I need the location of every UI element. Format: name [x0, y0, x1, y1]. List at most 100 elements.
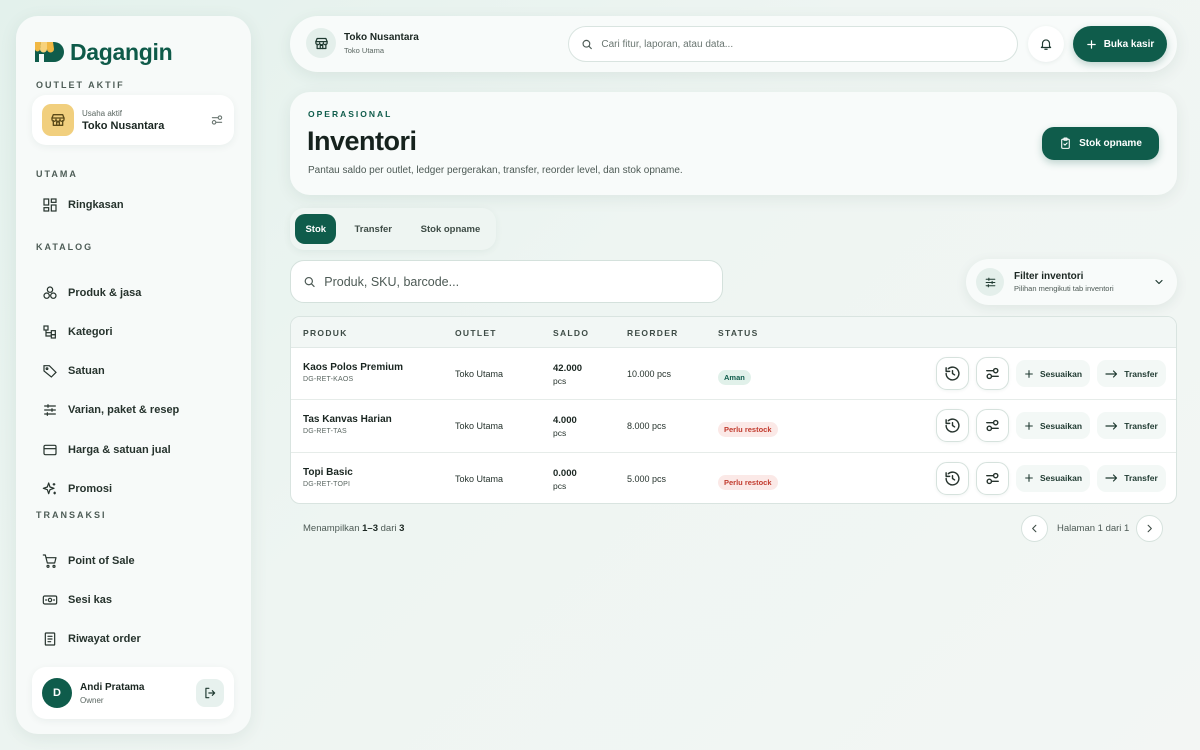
store-name: Toko Nusantara	[344, 31, 419, 43]
inventory-search-input[interactable]	[324, 274, 710, 289]
active-outlet-card[interactable]: Usaha aktif Toko Nusantara	[32, 95, 234, 145]
section-katalog: KATALOG	[36, 242, 94, 252]
saldo-unit: pcs	[553, 376, 567, 386]
sliders-icon	[986, 367, 999, 380]
table-header: PRODUK OUTLET SALDO REORDER STATUS	[291, 317, 1176, 348]
nav-satuan[interactable]: Satuan	[42, 360, 105, 382]
nav-harga[interactable]: Harga & satuan jual	[42, 439, 171, 461]
plus-icon	[1025, 421, 1033, 430]
reorder-cell: 8.000 pcs	[627, 421, 667, 432]
bell-icon	[1040, 39, 1052, 50]
logout-button[interactable]	[196, 679, 224, 707]
history-icon	[945, 471, 960, 486]
reorder-cell: 5.000 pcs	[627, 473, 667, 484]
tab-transfer[interactable]: Transfer	[338, 214, 407, 244]
outlet-cell: Toko Utama	[455, 473, 504, 484]
open-cashier-button[interactable]: Buka kasir	[1073, 26, 1167, 62]
tag-icon	[43, 365, 57, 378]
transfer-label: Transfer	[1124, 368, 1158, 379]
nav-label: Harga & satuan jual	[68, 444, 171, 456]
nav-kategori[interactable]: Kategori	[42, 321, 113, 343]
product-name: Tas Kanvas Harian	[303, 414, 392, 426]
col-reorder: REORDER	[627, 328, 679, 338]
brand-logo[interactable]: Dagangin	[32, 36, 173, 68]
section-utama: UTAMA	[36, 169, 78, 179]
stock-opname-button[interactable]: Stok opname	[1042, 127, 1159, 160]
history-button[interactable]	[936, 461, 969, 495]
open-cashier-label: Buka kasir	[1103, 38, 1155, 50]
saldo-unit: pcs	[553, 428, 567, 439]
inventory-search[interactable]	[290, 260, 723, 303]
adjust-button[interactable]: Sesuaikan	[1016, 412, 1090, 440]
adjust-label: Sesuaikan	[1039, 368, 1083, 379]
transfer-button[interactable]: Transfer	[1097, 464, 1166, 492]
arrow-right-icon	[1105, 369, 1118, 378]
nav-produk-jasa[interactable]: Produk & jasa	[42, 282, 141, 304]
history-button[interactable]	[936, 357, 969, 390]
settings-button[interactable]	[976, 461, 1009, 495]
page-indicator: Halaman 1 dari 1	[1057, 523, 1130, 534]
inventory-tabs: Stok Transfer Stok opname	[290, 208, 496, 250]
product-sku: DG-RET-TOPI	[303, 480, 351, 488]
history-icon	[945, 418, 960, 433]
nav-point-of-sale[interactable]: Point of Sale	[42, 550, 135, 572]
product-sku: DG-RET-TAS	[303, 428, 347, 436]
settings-button[interactable]	[976, 409, 1009, 443]
logout-icon	[205, 687, 216, 699]
next-page-button[interactable]	[1136, 515, 1163, 542]
brand-name: Dagangin	[70, 38, 173, 65]
receipt-icon	[44, 632, 56, 646]
nav-promosi[interactable]: Promosi	[42, 478, 112, 500]
store-awning-icon	[35, 42, 64, 62]
nav-label: Satuan	[68, 365, 105, 377]
nav-label: Promosi	[68, 483, 113, 495]
store-chip[interactable]: Toko Nusantara Toko Utama	[306, 28, 419, 58]
inventory-filter[interactable]: Filter inventori Pilihan mengikuti tab i…	[966, 259, 1177, 305]
nav-sesi-kas[interactable]: Sesi kas	[42, 589, 112, 611]
col-saldo: SALDO	[553, 328, 590, 338]
chevron-right-icon	[1147, 524, 1152, 533]
settings-button[interactable]	[976, 357, 1009, 390]
transfer-button[interactable]: Transfer	[1097, 412, 1166, 440]
reorder-cell: 10.000 pcs	[627, 369, 672, 379]
stock-opname-label: Stok opname	[1079, 138, 1142, 149]
tree-icon	[43, 325, 56, 339]
product-name: Topi Basic	[303, 466, 353, 478]
page-eyebrow: OPERASIONAL	[308, 109, 393, 119]
adjust-button[interactable]: Sesuaikan	[1016, 464, 1090, 492]
showing-total: 3	[399, 523, 405, 534]
boxes-icon	[43, 286, 57, 299]
tab-stok[interactable]: Stok	[295, 214, 337, 244]
history-button[interactable]	[936, 409, 969, 443]
card-icon	[43, 444, 57, 456]
history-icon	[945, 366, 960, 381]
prev-page-button[interactable]	[1021, 515, 1048, 542]
notifications-button[interactable]	[1028, 26, 1064, 62]
plus-icon	[1086, 39, 1096, 49]
avatar[interactable]: D	[42, 678, 72, 708]
product-sku: DG-RET-KAOS	[303, 376, 354, 383]
showing-mid: dari	[380, 523, 397, 534]
clipboard-check-icon	[1061, 137, 1070, 149]
switch-outlet-icon[interactable]	[210, 113, 224, 127]
filter-title: Filter inventori	[1014, 271, 1084, 282]
inventory-table: PRODUK OUTLET SALDO REORDER STATUS Kaos …	[290, 316, 1177, 504]
search-icon	[304, 276, 315, 287]
page-title: Inventori	[307, 126, 417, 156]
user-role: Owner	[80, 695, 104, 705]
global-search-input[interactable]	[601, 38, 1005, 50]
tab-stok-opname[interactable]: Stok opname	[410, 214, 491, 244]
global-search[interactable]	[568, 26, 1018, 62]
saldo-qty: 0.000	[553, 467, 577, 479]
col-status: STATUS	[718, 328, 759, 338]
results-count: Menampilkan 1–3 dari 3	[303, 523, 404, 534]
transfer-button[interactable]: Transfer	[1097, 360, 1166, 387]
cart-icon	[42, 554, 57, 568]
filter-subtitle: Pilihan mengikuti tab inventori	[1014, 284, 1114, 293]
nav-label: Produk & jasa	[68, 287, 142, 299]
adjust-button[interactable]: Sesuaikan	[1016, 360, 1090, 387]
nav-riwayat-order[interactable]: Riwayat order	[42, 628, 141, 650]
top-bar: Toko Nusantara Toko Utama Buka kasir	[290, 16, 1177, 72]
nav-ringkasan[interactable]: Ringkasan	[42, 194, 124, 216]
nav-varian[interactable]: Varian, paket & resep	[42, 399, 179, 421]
